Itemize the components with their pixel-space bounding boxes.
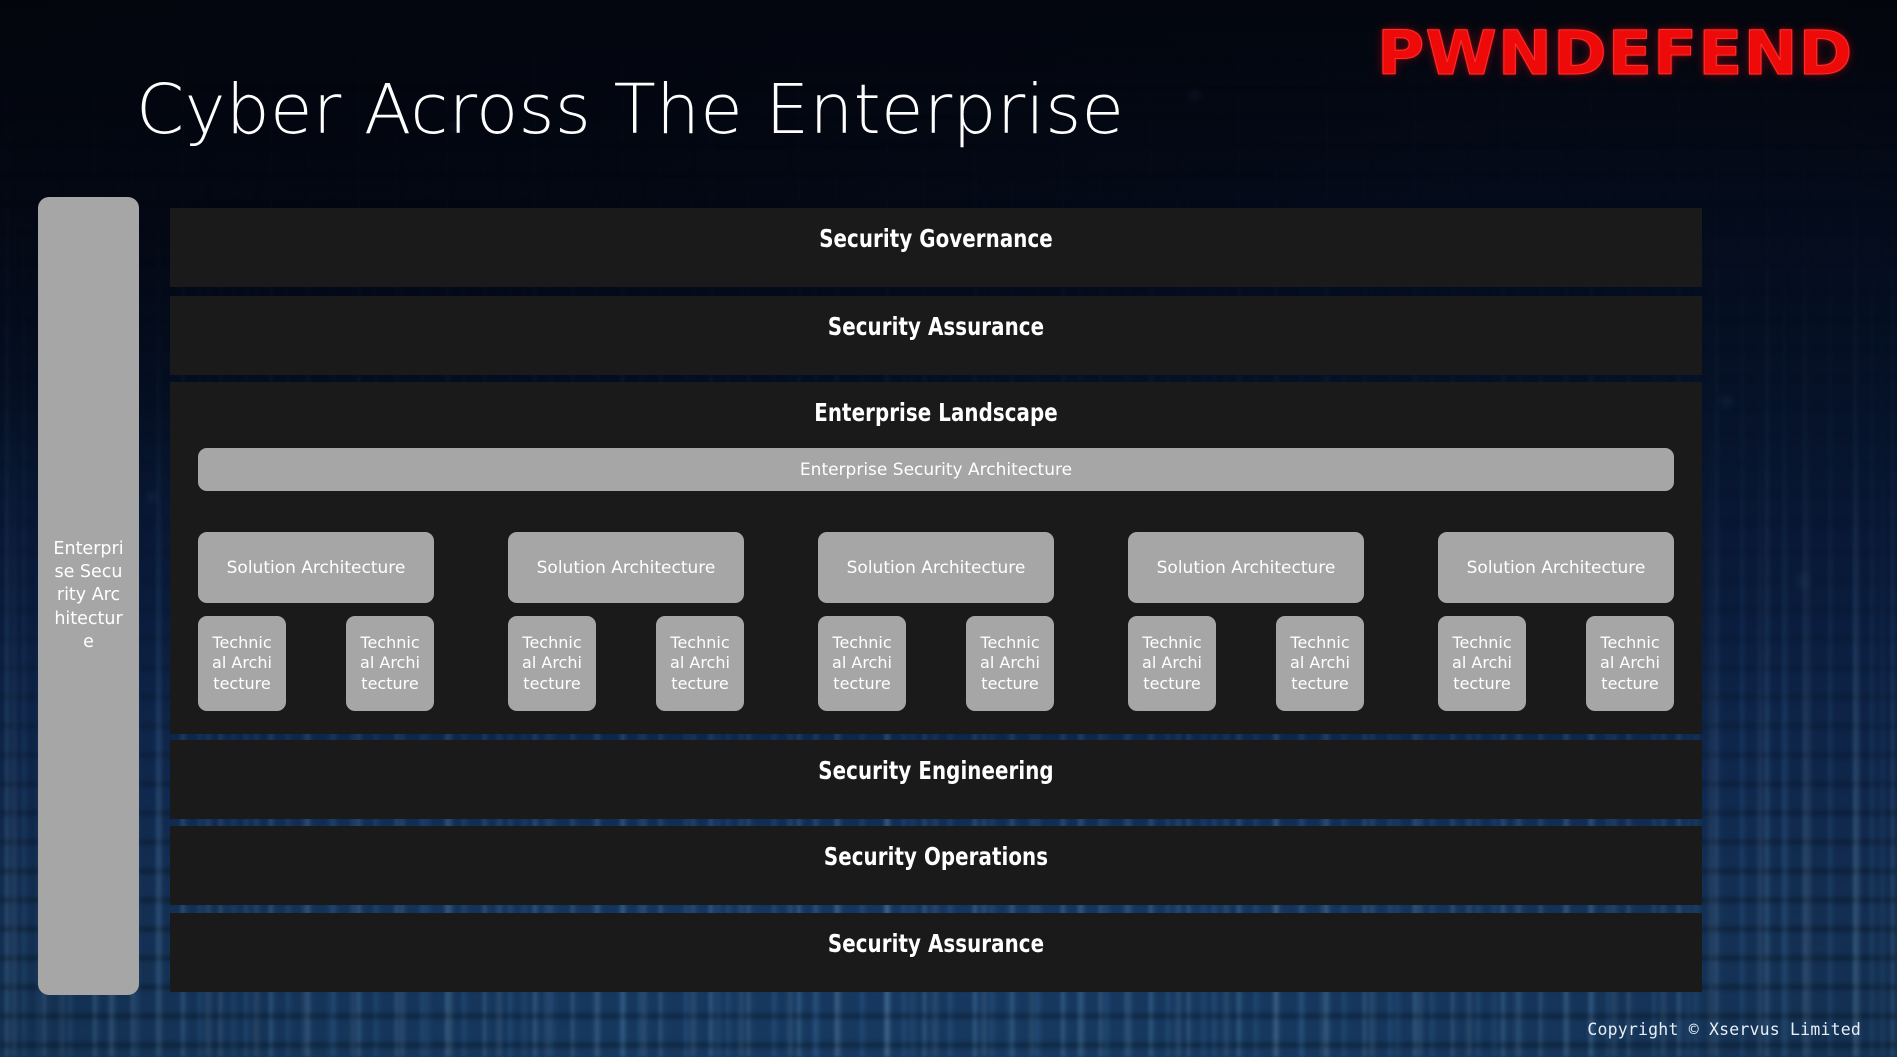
technical-architecture-box: Technical Architecture xyxy=(1276,616,1364,711)
technical-architecture-row: Technical Architecture Technical Archite… xyxy=(1438,616,1674,711)
technical-architecture-row: Technical Architecture Technical Archite… xyxy=(508,616,744,711)
copyright-notice: Copyright © Xservus Limited xyxy=(1587,1020,1861,1039)
solution-architecture-box: Solution Architecture xyxy=(198,532,434,603)
technical-architecture-row: Technical Architecture Technical Archite… xyxy=(818,616,1054,711)
layer-security-governance: Security Governance xyxy=(170,208,1702,287)
technical-architecture-label: Technical Architecture xyxy=(1600,632,1660,693)
technical-architecture-box: Technical Architecture xyxy=(966,616,1054,711)
architecture-column: Solution Architecture Technical Architec… xyxy=(198,532,434,711)
pwndefend-logo-text: PWNDEFEND xyxy=(1376,18,1853,90)
architecture-column: Solution Architecture Technical Architec… xyxy=(1438,532,1674,711)
layer-security-engineering: Security Engineering xyxy=(170,740,1702,819)
sidebar-enterprise-security-architecture: Enterprise Security Architecture xyxy=(38,197,139,995)
enterprise-security-architecture-bar-label: Enterprise Security Architecture xyxy=(799,459,1073,480)
technical-architecture-label: Technical Architecture xyxy=(522,632,582,693)
slide-canvas: PWNDEFEND Cyber Across The Enterprise En… xyxy=(0,0,1897,1057)
technical-architecture-box: Technical Architecture xyxy=(508,616,596,711)
layer-security-governance-title: Security Governance xyxy=(819,224,1053,253)
layer-security-assurance-bottom-title: Security Assurance xyxy=(827,929,1045,958)
technical-architecture-label: Technical Architecture xyxy=(670,632,730,693)
solution-architecture-label: Solution Architecture xyxy=(846,557,1026,578)
technical-architecture-label: Technical Architecture xyxy=(212,632,272,693)
architecture-column: Solution Architecture Technical Architec… xyxy=(508,532,744,711)
technical-architecture-box: Technical Architecture xyxy=(198,616,286,711)
technical-architecture-label: Technical Architecture xyxy=(360,632,420,693)
technical-architecture-box: Technical Architecture xyxy=(818,616,906,711)
solution-architecture-label: Solution Architecture xyxy=(226,557,406,578)
technical-architecture-box: Technical Architecture xyxy=(1586,616,1674,711)
architecture-column: Solution Architecture Technical Architec… xyxy=(818,532,1054,711)
technical-architecture-label: Technical Architecture xyxy=(1452,632,1512,693)
technical-architecture-label: Technical Architecture xyxy=(1290,632,1350,693)
solution-architecture-label: Solution Architecture xyxy=(1156,557,1336,578)
technical-architecture-label: Technical Architecture xyxy=(1142,632,1202,693)
technical-architecture-box: Technical Architecture xyxy=(346,616,434,711)
enterprise-security-architecture-bar: Enterprise Security Architecture xyxy=(198,448,1674,491)
layer-enterprise-landscape-title: Enterprise Landscape xyxy=(814,398,1058,427)
pwndefend-logo: PWNDEFEND xyxy=(1376,18,1853,90)
technical-architecture-label: Technical Architecture xyxy=(980,632,1040,693)
technical-architecture-label: Technical Architecture xyxy=(832,632,892,693)
layer-security-operations: Security Operations xyxy=(170,826,1702,905)
technical-architecture-row: Technical Architecture Technical Archite… xyxy=(198,616,434,711)
page-title: Cyber Across The Enterprise xyxy=(136,70,1125,150)
solution-architecture-box: Solution Architecture xyxy=(1128,532,1364,603)
architecture-column: Solution Architecture Technical Architec… xyxy=(1128,532,1364,711)
solution-architecture-box: Solution Architecture xyxy=(508,532,744,603)
layer-security-operations-title: Security Operations xyxy=(823,842,1049,871)
solution-architecture-box: Solution Architecture xyxy=(1438,532,1674,603)
layer-security-assurance-top-title: Security Assurance xyxy=(827,312,1045,341)
technical-architecture-row: Technical Architecture Technical Archite… xyxy=(1128,616,1364,711)
solution-architecture-box: Solution Architecture xyxy=(818,532,1054,603)
technical-architecture-box: Technical Architecture xyxy=(656,616,744,711)
solution-architecture-label: Solution Architecture xyxy=(536,557,716,578)
layer-security-assurance-top: Security Assurance xyxy=(170,296,1702,375)
technical-architecture-box: Technical Architecture xyxy=(1128,616,1216,711)
solution-architecture-label: Solution Architecture xyxy=(1466,557,1646,578)
layer-security-assurance-bottom: Security Assurance xyxy=(170,913,1702,992)
technical-architecture-box: Technical Architecture xyxy=(1438,616,1526,711)
layer-security-engineering-title: Security Engineering xyxy=(818,756,1054,785)
sidebar-label: Enterprise Security Architecture xyxy=(53,539,124,652)
architecture-columns: Solution Architecture Technical Architec… xyxy=(198,532,1674,711)
